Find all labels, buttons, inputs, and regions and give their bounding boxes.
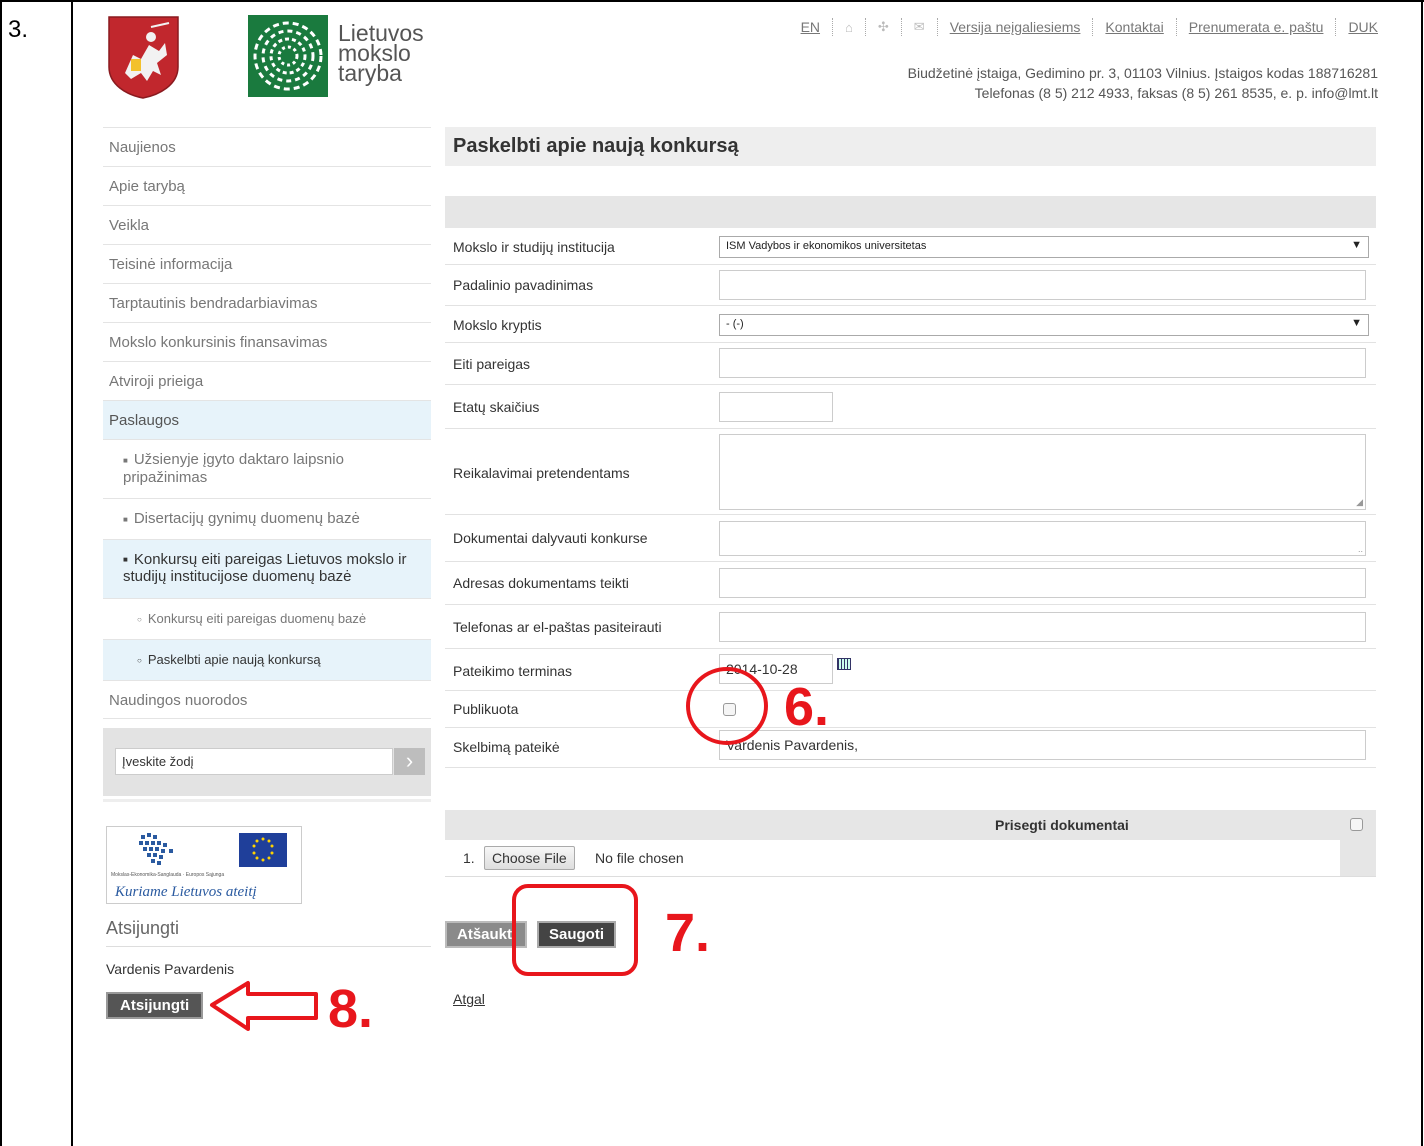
position-label: Eiti pareigas	[453, 356, 531, 372]
attachments-title: Prisegti dokumentai	[995, 817, 1129, 833]
cancel-button[interactable]: Atšaukti	[445, 921, 527, 948]
annotation-step-7: 7.	[665, 903, 711, 963]
banner-caption: Kuriame Lietuvos ateitį	[115, 884, 257, 900]
page-title: Paskelbti apie naują konkursą	[453, 135, 739, 157]
sidebar-item-open-access[interactable]: Atviroji prieiga	[103, 361, 431, 400]
newsletter-link[interactable]: Prenumerata e. paštu	[1189, 19, 1324, 35]
circle-bullet-icon: ○	[137, 614, 142, 624]
attachments-select-all-checkbox[interactable]	[1350, 818, 1363, 831]
lithuania-map-icon	[139, 833, 173, 865]
contact-input[interactable]	[719, 612, 1366, 642]
eu-funding-banner[interactable]: Mokslas-Ekonomika-Sanglauda · Europos Są…	[106, 826, 302, 904]
row-deadline: Pateikimo terminas	[445, 649, 1376, 691]
form-header-bar	[445, 196, 1376, 228]
home-icon[interactable]: ⌂	[845, 20, 853, 35]
back-link[interactable]: Atgal	[453, 991, 485, 1007]
annotation-step-6: 6.	[784, 677, 830, 737]
sidebar-item-news[interactable]: Naujienos	[103, 127, 431, 166]
calendar-icon[interactable]	[837, 658, 851, 670]
documents-label: Dokumentai dalyvauti konkurse	[453, 530, 648, 546]
documents-textarea[interactable]: ..	[719, 521, 1366, 556]
coat-of-arms-logo[interactable]	[107, 15, 180, 99]
row-documents: Dokumentai dalyvauti konkurse ..	[445, 515, 1376, 562]
step-number: 3.	[8, 16, 29, 43]
submitter-label: Skelbimą pateikė	[453, 739, 560, 755]
bullet-icon: ■	[123, 555, 128, 565]
logout-button[interactable]: Atsijungti	[106, 992, 204, 1019]
sidebar-item-activity[interactable]: Veikla	[103, 205, 431, 244]
eu-flag-icon	[239, 833, 287, 867]
fte-input[interactable]	[719, 392, 833, 422]
search-box: ›	[103, 728, 431, 796]
row-address: Adresas dokumentams teikti	[445, 562, 1376, 605]
requirements-textarea[interactable]: ◢	[719, 434, 1366, 510]
attachment-row: 1. Choose File No file chosen	[445, 840, 1376, 877]
institution-select[interactable]: ISM Vadybos ir ekonomikos universitetas ▼	[719, 236, 1369, 258]
row-submitter: Skelbimą pateikė	[445, 728, 1376, 768]
attachment-number: 1.	[463, 850, 475, 866]
contact-label: Telefonas ar el-paštas pasiteirauti	[453, 619, 662, 635]
address-label: Adresas dokumentams teikti	[453, 575, 629, 591]
sidebar-item-about[interactable]: Apie tarybą	[103, 166, 431, 205]
row-published: Publikuota	[445, 691, 1376, 728]
mail-icon[interactable]: ✉	[914, 19, 925, 35]
position-input[interactable]	[719, 348, 1366, 378]
search-arrow-button[interactable]: ›	[394, 748, 425, 775]
published-label: Publikuota	[453, 701, 519, 717]
fte-label: Etatų skaičius	[453, 399, 540, 415]
accessibility-version-link[interactable]: Versija neįgaliesiems	[950, 19, 1081, 35]
lmt-logo-text: Lietuvos mokslo taryba	[338, 20, 424, 86]
bullet-icon: ■	[123, 455, 128, 465]
sidebar-subitem-competitions-db[interactable]: ■ Konkursų eiti pareigas Lietuvos mokslo …	[103, 538, 431, 598]
circle-bullet-icon: ○	[137, 655, 142, 665]
field-select[interactable]: - (-) ▼	[719, 314, 1369, 336]
published-checkbox[interactable]	[723, 703, 736, 716]
logout-section-title: Atsijungti	[106, 918, 180, 938]
dropdown-arrow-icon: ▼	[1351, 317, 1362, 329]
search-input[interactable]	[115, 748, 393, 775]
no-file-text: No file chosen	[595, 850, 684, 866]
row-position: Eiti pareigas	[445, 343, 1376, 385]
row-field: Mokslo kryptis - (-) ▼	[445, 306, 1376, 343]
bullet-icon: ■	[123, 514, 128, 524]
sidebar-subitem-competitions-list[interactable]: ○ Konkursų eiti pareigas duomenų bazė	[103, 597, 431, 639]
sidebar-item-international[interactable]: Tarptautinis bendradarbiavimas	[103, 283, 431, 322]
sidebar-nav: Naujienos Apie tarybą Veikla Teisinė inf…	[103, 127, 431, 719]
choose-file-button[interactable]: Choose File	[484, 846, 575, 870]
deadline-label: Pateikimo terminas	[453, 663, 573, 679]
attachments-header: Prisegti dokumentai	[445, 810, 1376, 840]
institution-label: Mokslo ir studijų institucija	[453, 239, 615, 255]
save-button[interactable]: Saugoti	[537, 921, 616, 948]
unit-label: Padalinio pavadinimas	[453, 277, 594, 293]
field-label: Mokslo kryptis	[453, 317, 542, 333]
banner-sub-text: Mokslas-Ekonomika-Sanglauda · Europos Są…	[111, 872, 225, 878]
requirements-label: Reikalavimai pretendentams	[453, 465, 630, 481]
sidebar-subitem-new-competition[interactable]: ○ Paskelbti apie naują konkursą	[103, 638, 431, 680]
lang-en-link[interactable]: EN	[801, 19, 820, 35]
faq-link[interactable]: DUK	[1348, 19, 1378, 35]
sidebar-item-services[interactable]: Paslaugos	[103, 400, 431, 439]
page-title-bar: Paskelbti apie naują konkursą	[445, 127, 1376, 166]
row-institution: Mokslo ir studijų institucija ISM Vadybo…	[445, 228, 1376, 265]
institution-address: Biudžetinė įstaiga, Gedimino pr. 3, 0110…	[907, 65, 1378, 101]
sidebar-subitem-degree-recognition[interactable]: ■ Užsienyje įgyto daktaro laipsnio pripaž…	[103, 439, 431, 498]
row-contact: Telefonas ar el-paštas pasiteirauti	[445, 605, 1376, 649]
sidebar-item-funding[interactable]: Mokslo konkursinis finansavimas	[103, 322, 431, 361]
sidebar-subitem-dissertations[interactable]: ■ Disertacijų gynimų duomenų bazė	[103, 498, 431, 539]
user-name: Vardenis Pavardenis	[106, 961, 235, 977]
row-fte: Etatų skaičius	[445, 385, 1376, 429]
contacts-link[interactable]: Kontaktai	[1105, 19, 1163, 35]
unit-input[interactable]	[719, 270, 1366, 300]
row-unit: Padalinio pavadinimas	[445, 265, 1376, 306]
annotation-step-8: 8.	[328, 979, 374, 1039]
top-navigation: EN ⌂ ✣ ✉ Versija neįgaliesiems Kontaktai…	[801, 18, 1378, 36]
sidebar-item-useful-links[interactable]: Naudingos nuorodos	[103, 679, 431, 719]
lmt-logo[interactable]	[248, 15, 328, 97]
dropdown-arrow-icon: ▼	[1351, 239, 1362, 251]
sitemap-icon[interactable]: ✣	[878, 19, 889, 35]
row-requirements: Reikalavimai pretendentams ◢	[445, 429, 1376, 515]
address-input[interactable]	[719, 568, 1366, 598]
sidebar-item-legal[interactable]: Teisinė informacija	[103, 244, 431, 283]
